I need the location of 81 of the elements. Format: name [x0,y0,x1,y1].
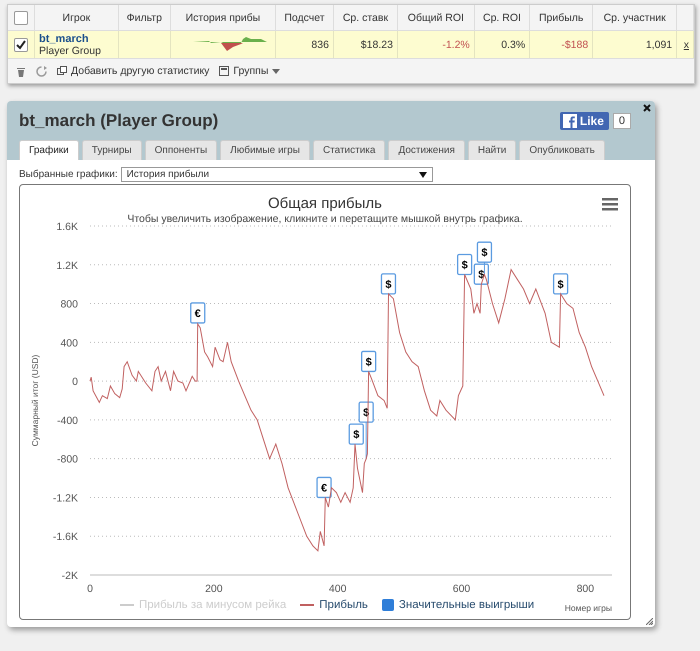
y-tick-label: 1.6K [56,221,78,233]
y-tick-label: 800 [60,298,78,311]
annotation: $ [385,278,392,291]
tab[interactable]: Турниры [82,140,142,160]
y-tick-label: -2K [62,570,78,582]
remove-link[interactable]: x [684,38,689,50]
flag-marker[interactable]: $ [348,423,364,445]
table-cell: 1,091 [646,38,672,50]
add-stat-button[interactable]: Добавить другую статистику [57,65,210,77]
column-header[interactable]: Прибыль [530,5,593,30]
column-header[interactable]: Ср. ставк [333,5,398,30]
chart-title: Общая прибыль [268,195,382,212]
tab[interactable]: Оппоненты [144,140,218,160]
column-header[interactable]: Игрок [34,5,118,30]
tab[interactable]: Графики [19,140,79,160]
column-header[interactable]: Фильтр [118,5,170,30]
column-header[interactable]: Ср. участник [592,5,677,30]
flag-marker[interactable]: $ [552,273,568,294]
chart-subtitle: Чтобы увеличить изображение, кликните и перетащите мышкой внутрь графика. [127,213,523,225]
flag-marker[interactable]: $ [361,350,376,372]
x-tick-label: 800 [576,583,594,595]
legend-item[interactable]: Значительные выигрыши [398,599,534,611]
y-tick-label: 400 [60,337,78,350]
dropdown-arrow-icon [418,172,427,178]
y-tick-label: -400 [56,414,78,427]
resize-grip-icon[interactable] [646,618,653,625]
table-cell: -1.2% [442,38,470,50]
annotation: € [321,482,328,494]
flag-marker[interactable]: $ [380,273,396,294]
player-link[interactable]: bt_march [39,32,114,44]
tab[interactable]: Опубликовать [519,140,605,160]
caret-icon [272,68,280,74]
add-window-icon [57,66,67,76]
x-tick-label: 400 [328,583,346,595]
menu-icon[interactable] [602,198,618,210]
column-header[interactable]: Подсчет [275,5,334,30]
select-all-checkbox[interactable] [14,10,28,24]
table-cell: -$188 [561,38,588,50]
y-axis-label: Суммарный итог (USD) [30,354,40,446]
y-tick-label: 0 [72,376,78,388]
dialog-title: bt_march (Player Group) [19,111,218,131]
annotation: $ [366,356,372,368]
facebook-icon [562,114,577,128]
trash-icon[interactable] [16,66,26,76]
column-header[interactable]: Ср. ROI [474,5,530,30]
refresh-icon[interactable] [36,66,47,76]
flag-marker[interactable]: € [190,302,206,324]
annotation: $ [353,429,360,442]
flag-marker[interactable]: € [316,476,332,498]
annotation: € [194,308,201,320]
table-cell: 836 [311,38,329,50]
table-cell: $18.23 [360,38,393,50]
y-tick-label: 1.2K [56,260,78,272]
groups-button[interactable]: Группы [219,65,280,77]
y-tick-label: -1.6K [52,531,78,544]
x-tick-label: 600 [452,583,470,595]
y-tick-label: -800 [56,454,78,466]
x-tick-label: 0 [87,583,93,595]
tab[interactable]: Достижения [388,140,465,160]
annotation: $ [462,259,468,272]
annotation: $ [558,278,564,291]
row-checkbox[interactable] [14,38,28,52]
annotation: $ [481,247,488,260]
x-tick-label: 200 [205,583,223,595]
close-icon[interactable] [643,104,651,112]
like-button[interactable]: Like [560,112,609,130]
y-tick-label: -1.2K [52,492,78,504]
tab[interactable]: Статистика [312,140,386,160]
group-label: Player Group [39,44,102,56]
tab[interactable]: Найти [468,140,516,160]
flag-marker[interactable]: $ [456,254,472,276]
table-cell: 0.3% [501,38,526,50]
column-header[interactable]: История прибы [170,5,276,30]
x-axis-label: Номер игры [564,602,612,613]
legend-item[interactable]: Прибыль [319,599,368,611]
select-label: Выбранные графики: [19,169,118,180]
column-header[interactable]: Общий ROI [397,5,474,30]
like-count: 0 [612,113,631,129]
tab[interactable]: Любимые игры [220,140,310,160]
chart-select[interactable]: История прибыли [120,167,433,182]
window-icon [219,66,230,76]
